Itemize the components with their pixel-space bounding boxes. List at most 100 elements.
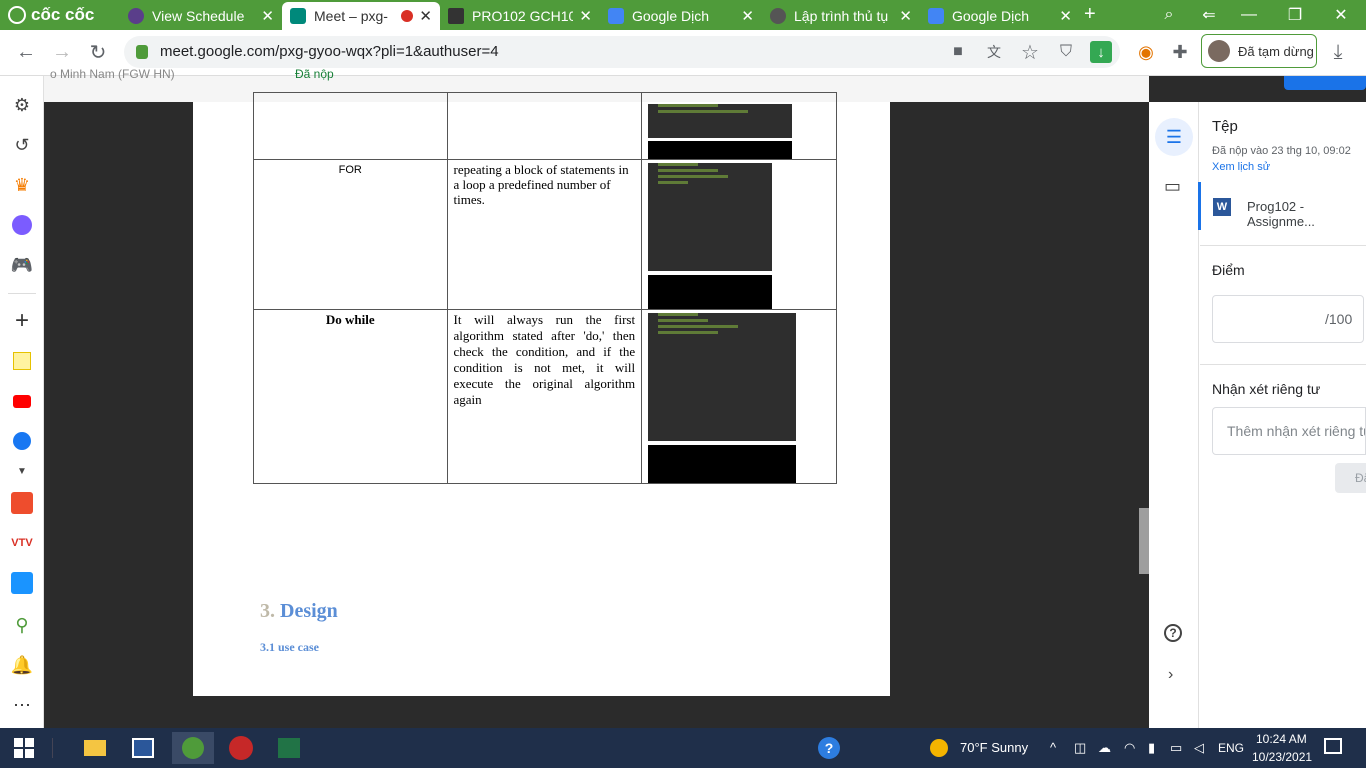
post-comment-button[interactable]: Đă bbox=[1335, 463, 1366, 493]
tab-meet[interactable]: Meet – pxg- ✕ bbox=[282, 2, 440, 30]
notes-icon[interactable] bbox=[9, 348, 35, 374]
word-icon[interactable] bbox=[124, 732, 162, 764]
close-window-button[interactable]: ✕ bbox=[1318, 0, 1364, 30]
tab-pro102[interactable]: PRO102 GCH10 ✕ bbox=[440, 2, 600, 30]
loop-table: FOR repeating a block of statements in a… bbox=[253, 92, 837, 484]
add-icon[interactable]: + bbox=[9, 307, 35, 334]
file-explorer-icon[interactable] bbox=[76, 732, 114, 764]
scrollbar-thumb[interactable] bbox=[1139, 508, 1149, 574]
coccoc-taskbar-icon[interactable] bbox=[172, 732, 214, 764]
code-screenshot bbox=[648, 104, 792, 138]
tab-google-translate-1[interactable]: Google Dịch ✕ bbox=[600, 2, 762, 30]
lock-icon[interactable] bbox=[136, 45, 148, 59]
clock-date[interactable]: 10/23/2021 bbox=[1252, 750, 1312, 764]
coccoc-icon bbox=[8, 6, 26, 24]
expand-more-icon[interactable]: ▼ bbox=[9, 458, 35, 484]
tab-google-translate-2[interactable]: Google Dịch ✕ bbox=[920, 2, 1080, 30]
input-language[interactable]: ENG bbox=[1218, 741, 1244, 755]
battery-icon[interactable]: ▭ bbox=[1170, 740, 1182, 756]
weather-sun-icon[interactable] bbox=[930, 739, 948, 757]
meet-now-icon[interactable]: ◫ bbox=[1074, 740, 1086, 756]
close-tab-icon[interactable]: ✕ bbox=[741, 7, 754, 25]
new-tab-button[interactable]: + bbox=[1084, 3, 1096, 26]
translate-icon bbox=[928, 8, 944, 24]
submission-status: Đã nộp bbox=[295, 67, 334, 81]
tab-view-schedule[interactable]: View Schedule ✕ bbox=[120, 2, 282, 30]
word-file-icon: W bbox=[1213, 198, 1231, 216]
help-icon[interactable]: ? bbox=[1164, 624, 1182, 642]
shield-icon[interactable]: ⛉ bbox=[1052, 38, 1080, 66]
more-icon[interactable]: ⋯ bbox=[9, 692, 35, 718]
panel-divider bbox=[1200, 364, 1366, 365]
coccoc-logo[interactable]: cốc cốc bbox=[8, 5, 94, 25]
history-icon[interactable]: ↺ bbox=[9, 132, 35, 158]
file-list-icon[interactable]: ☰ bbox=[1155, 118, 1193, 156]
coccoc-map-icon[interactable]: ⚲ bbox=[9, 612, 35, 638]
tab-lap-trinh[interactable]: Lập trình thủ tụ ✕ bbox=[762, 2, 920, 30]
help-tips-icon[interactable]: ? bbox=[810, 732, 848, 764]
close-tab-icon[interactable]: ✕ bbox=[1059, 7, 1072, 25]
notification-center-icon[interactable] bbox=[1324, 738, 1342, 754]
download-badge-icon[interactable]: ↓ bbox=[1090, 41, 1112, 63]
extensions-icon[interactable]: ✚ bbox=[1166, 38, 1194, 66]
table-row: Do while It will always run the first al… bbox=[253, 309, 837, 484]
gamepad-icon[interactable]: 🎮 bbox=[9, 252, 35, 278]
settings-icon[interactable]: ⚙ bbox=[9, 92, 35, 118]
youtube-icon[interactable] bbox=[9, 388, 35, 414]
clock-time[interactable]: 10:24 AM bbox=[1256, 732, 1307, 746]
camera-icon[interactable]: ■ bbox=[944, 38, 972, 66]
profile-button[interactable]: Đã tạm dừng bbox=[1201, 34, 1317, 68]
tiki-icon[interactable] bbox=[9, 570, 35, 596]
weather-text[interactable]: 70°F Sunny bbox=[960, 740, 1028, 755]
translate-page-icon[interactable]: 文 bbox=[980, 38, 1008, 66]
back-icon[interactable]: ← bbox=[12, 38, 40, 66]
maximize-button[interactable]: ❐ bbox=[1272, 0, 1318, 30]
forward-icon[interactable]: → bbox=[48, 38, 76, 66]
close-tab-icon[interactable]: ✕ bbox=[261, 7, 274, 25]
start-button[interactable] bbox=[14, 738, 34, 758]
shopee-icon[interactable] bbox=[9, 490, 35, 516]
reload-icon[interactable]: ↻ bbox=[84, 38, 112, 66]
devcpp-icon[interactable] bbox=[222, 732, 260, 764]
taskbar-separator bbox=[52, 738, 53, 758]
code-screenshot bbox=[648, 313, 796, 441]
messenger-icon[interactable] bbox=[9, 212, 35, 238]
collapse-panel-icon[interactable]: › bbox=[1168, 666, 1173, 684]
panel-divider bbox=[1200, 245, 1366, 246]
facebook-icon[interactable] bbox=[9, 428, 35, 454]
wifi-icon[interactable]: ◠ bbox=[1124, 740, 1135, 756]
show-hidden-icons-icon[interactable]: ^ bbox=[1050, 740, 1056, 755]
speaker-icon[interactable]: ◁ bbox=[1194, 740, 1204, 756]
onedrive-icon[interactable]: ☁ bbox=[1098, 740, 1111, 756]
avatar bbox=[1208, 40, 1230, 62]
terminal-screenshot bbox=[648, 141, 792, 159]
comment-input[interactable]: Thêm nhận xét riêng tư bbox=[1212, 407, 1366, 455]
crown-icon[interactable]: ♛ bbox=[9, 172, 35, 198]
vtv-icon[interactable]: VTV bbox=[9, 530, 35, 556]
loop-description-cell: repeating a block of statements in a loo… bbox=[446, 159, 643, 310]
close-tab-icon[interactable]: ✕ bbox=[419, 7, 432, 25]
globe-icon bbox=[128, 8, 144, 24]
downloads-icon[interactable]: ⤓ bbox=[1324, 38, 1352, 66]
return-button[interactable] bbox=[1284, 76, 1366, 90]
microphone-icon[interactable]: ▮ bbox=[1148, 740, 1155, 756]
attachment-name[interactable]: Prog102 - Assignme... bbox=[1247, 199, 1366, 229]
close-tab-icon[interactable]: ✕ bbox=[579, 7, 592, 25]
grade-max: /100 bbox=[1325, 311, 1353, 327]
loop-description-cell: It will always run the first algorithm s… bbox=[446, 309, 643, 484]
notification-bell-icon[interactable]: 🔔 bbox=[9, 652, 35, 678]
meet-icon bbox=[290, 8, 306, 24]
submitted-time: Đã nộp vào 23 thg 10, 09:02 bbox=[1212, 145, 1351, 157]
section-heading: 3. Design bbox=[260, 600, 338, 622]
excel-icon[interactable] bbox=[270, 732, 308, 764]
private-comment-heading: Nhận xét riêng tư bbox=[1212, 381, 1321, 397]
close-tab-icon[interactable]: ✕ bbox=[899, 7, 912, 25]
minimize-button[interactable]: — bbox=[1226, 0, 1272, 30]
subsection-heading: 3.1 use case bbox=[260, 640, 319, 654]
bookmark-star-icon[interactable]: ☆ bbox=[1016, 38, 1044, 66]
url-text[interactable]: meet.google.com/pxg-gyoo-wqx?pli=1&authu… bbox=[160, 43, 499, 60]
history-link[interactable]: Xem lịch sử bbox=[1212, 161, 1270, 173]
terminal-screenshot bbox=[648, 445, 796, 483]
coccoc-extension-icon[interactable]: ◉ bbox=[1132, 38, 1160, 66]
comment-icon[interactable]: ▭ bbox=[1164, 176, 1181, 197]
